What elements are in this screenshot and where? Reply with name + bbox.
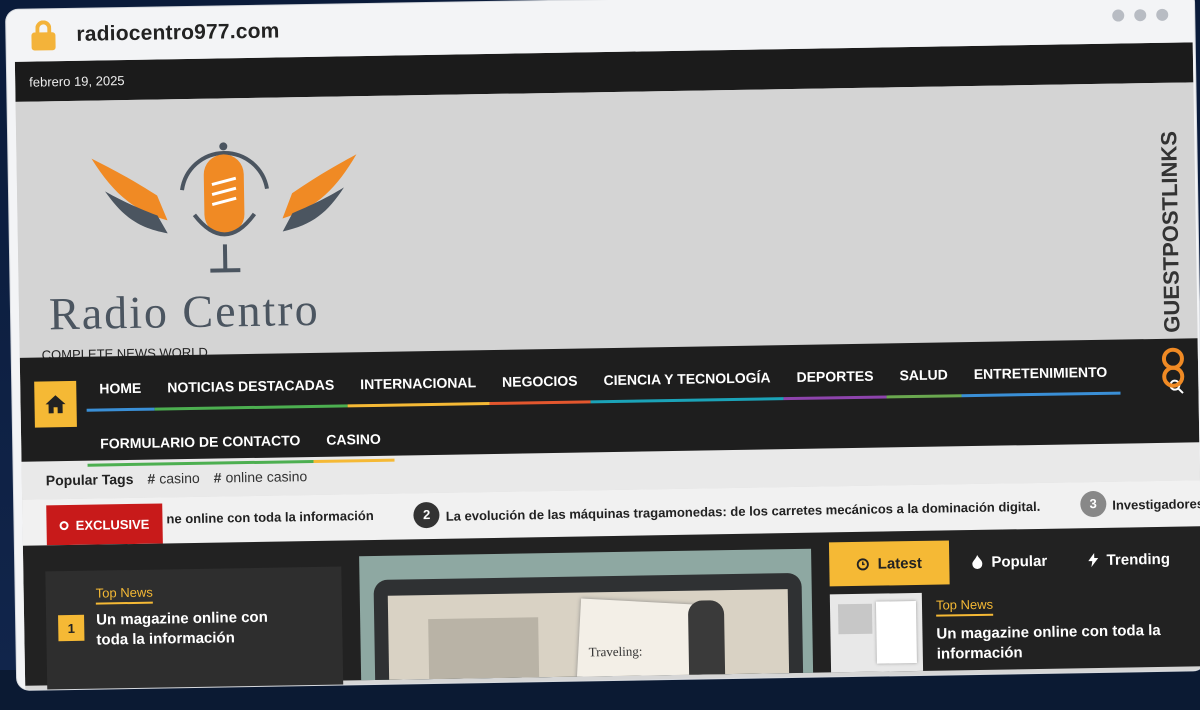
site-name: Radio Centro: [49, 283, 320, 340]
main-content: Top News 1 Un magazine online con toda l…: [23, 526, 1200, 686]
nav-item-salud[interactable]: SALUD: [886, 366, 961, 398]
ticker-item[interactable]: 3Investigadores de la UC: [1080, 493, 1200, 517]
nav-item-noticias-destacadas[interactable]: NOTICIAS DESTACADAS: [154, 376, 347, 410]
link-logo-icon: GUESTPOSTLINKS: [1154, 102, 1189, 402]
nav-item-deportes[interactable]: DEPORTES: [783, 367, 887, 400]
tab-trending[interactable]: Trending: [1069, 536, 1190, 582]
sidebar-tabs: Latest Popular Trending: [829, 536, 1190, 586]
exclusive-badge: EXCLUSIVE: [46, 503, 163, 545]
window-controls[interactable]: [1112, 9, 1168, 22]
tab-popular[interactable]: Popular: [949, 538, 1070, 584]
nav-item-entretenimiento[interactable]: ENTRETENIMIENTO: [961, 364, 1121, 398]
tablet-image: Traveling:: [374, 573, 804, 680]
nav-item-home[interactable]: HOME: [86, 380, 155, 412]
category-label[interactable]: Top News: [96, 585, 153, 605]
nav-item-formulario-de-contacto[interactable]: FORMULARIO DE CONTACTO: [87, 432, 314, 467]
guestpostlinks-watermark: GUESTPOSTLINKS: [1154, 102, 1189, 402]
webpage: febrero 19, 2025: [15, 42, 1200, 690]
watermark-text: GUESTPOSTLINKS: [1156, 131, 1184, 333]
nav-item-negocios[interactable]: NEGOCIOS: [489, 372, 591, 405]
article-title[interactable]: Un magazine online con toda la informaci…: [96, 607, 297, 650]
current-date: febrero 19, 2025: [29, 73, 125, 90]
home-icon-button[interactable]: [34, 381, 77, 428]
url-text[interactable]: radiocentro977.com: [76, 19, 280, 46]
nav-item-casino[interactable]: CASINO: [313, 431, 394, 463]
site-logo[interactable]: Radio Centro COMPLETE NEWS WORLD: [36, 131, 419, 337]
nav-item-internacional[interactable]: INTERNACIONAL: [347, 374, 489, 407]
fire-icon: [971, 555, 983, 569]
latest-article[interactable]: Top News Un magazine online con toda la …: [830, 588, 1191, 674]
image-caption: Traveling:: [589, 644, 643, 661]
ticker-item[interactable]: ne online con toda la información: [166, 508, 374, 532]
nav-menu: HOMENOTICIAS DESTACADASINTERNACIONALNEGO…: [86, 363, 1139, 466]
article-thumbnail[interactable]: [830, 593, 923, 673]
tag-link[interactable]: #casino: [147, 470, 200, 487]
nav-item-ciencia-y-tecnología[interactable]: CIENCIA Y TECNOLOGÍA: [590, 369, 783, 403]
home-icon: [44, 394, 66, 414]
ticker-number: 3: [1080, 491, 1106, 517]
ticker-item[interactable]: 2La evolución de las máquinas tragamoned…: [414, 497, 1041, 528]
bolt-icon: [1088, 553, 1098, 567]
browser-window: radiocentro977.com febrero 19, 2025: [6, 0, 1200, 690]
microphone-logo-icon: [36, 131, 418, 287]
top-news-card[interactable]: Top News 1 Un magazine online con toda l…: [45, 567, 343, 690]
rank-badge: 1: [58, 615, 84, 641]
tab-latest[interactable]: Latest: [829, 540, 950, 586]
clock-icon: [857, 557, 870, 570]
site-header: Radio Centro COMPLETE NEWS WORLD: [16, 82, 1198, 357]
article-title[interactable]: Un magazine online con toda la informaci…: [936, 620, 1191, 664]
featured-image[interactable]: Traveling:: [359, 549, 813, 680]
main-navigation: HOMENOTICIAS DESTACADASINTERNACIONALNEGO…: [20, 338, 1200, 462]
radio-dot-icon: [60, 521, 69, 530]
ticker-number: 2: [414, 502, 440, 528]
tag-link[interactable]: #online casino: [214, 468, 308, 486]
popular-tags-label: Popular Tags: [46, 471, 134, 488]
lock-icon: [30, 20, 56, 50]
category-label[interactable]: Top News: [936, 597, 993, 617]
